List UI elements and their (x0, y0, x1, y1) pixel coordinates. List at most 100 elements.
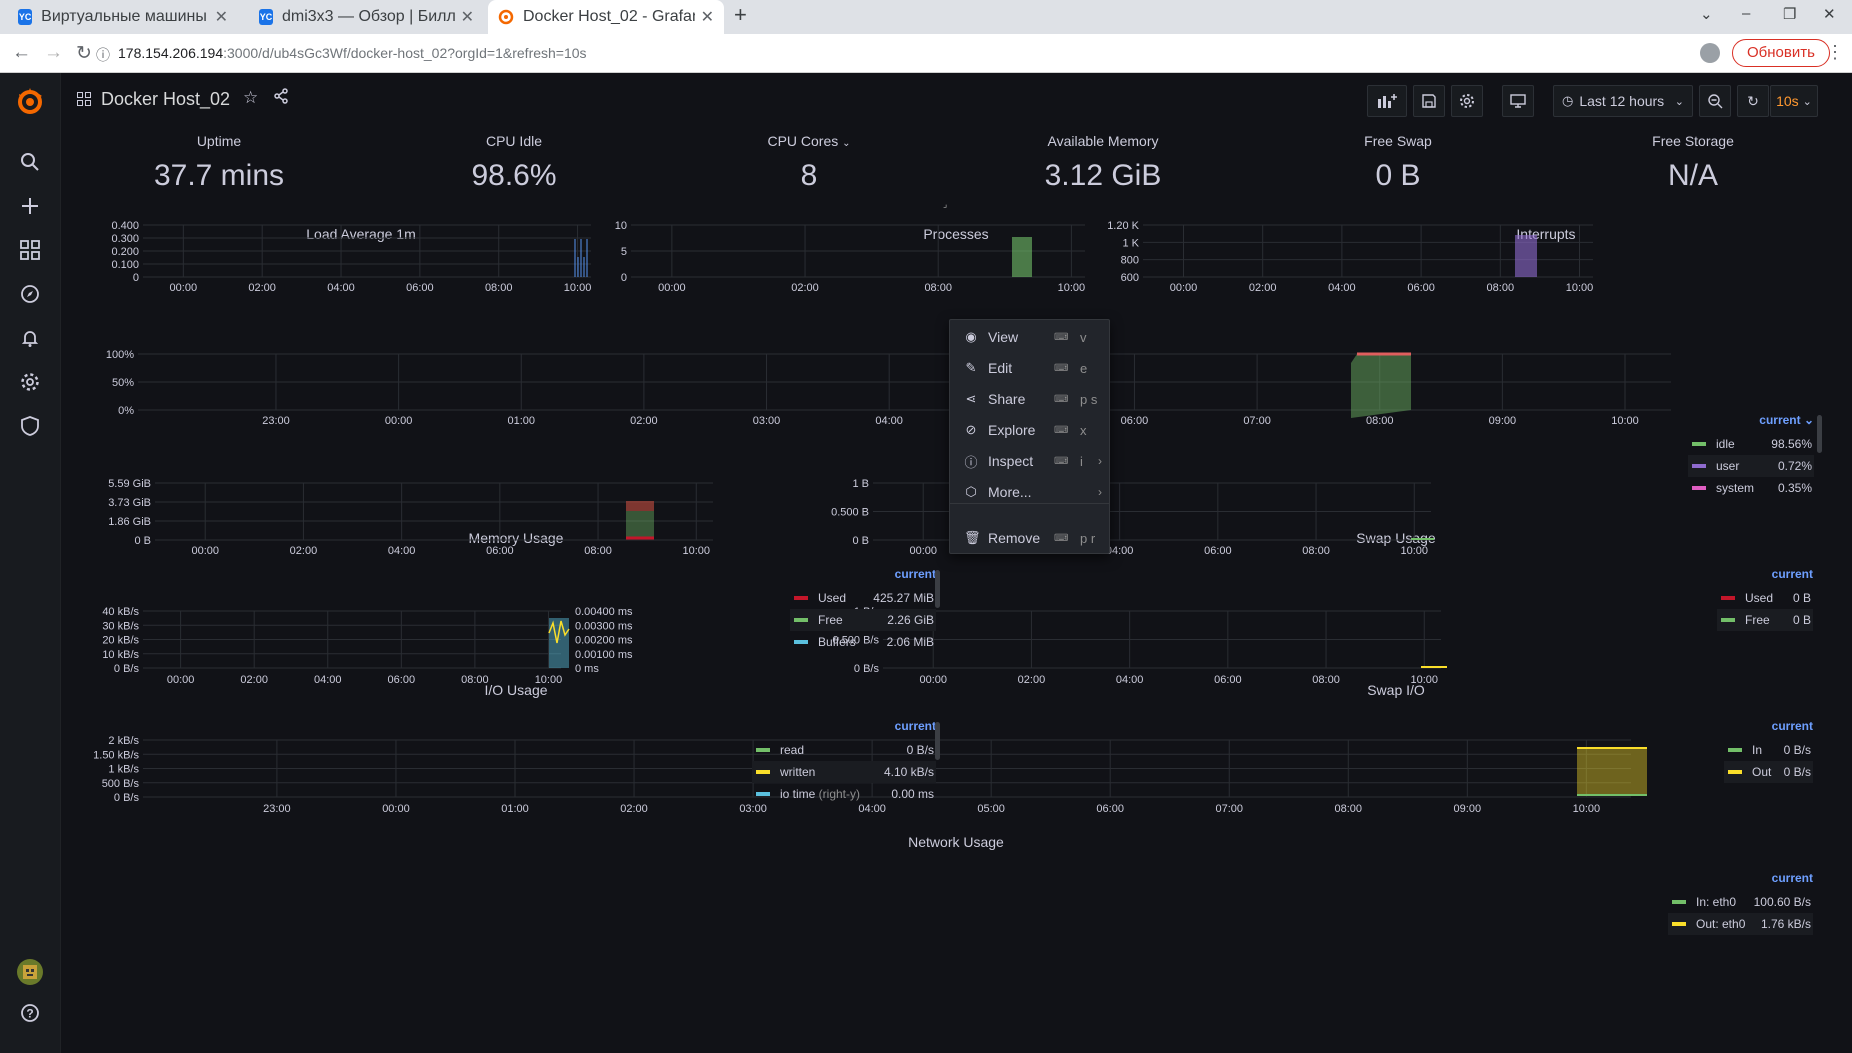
explore-compass-icon[interactable] (18, 282, 42, 306)
url-path: :3000/d/ub4sGc3Wf/docker-host_02?orgId=1… (223, 45, 587, 61)
memory-used-area (626, 501, 654, 511)
menu-item-edit[interactable]: ✎ Edit ⌨ e (950, 354, 1109, 382)
yandex-cloud-icon: YC (259, 9, 273, 25)
legend-scrollbar[interactable] (935, 722, 940, 760)
reload-icon[interactable]: ↻ (76, 42, 92, 65)
back-icon[interactable]: ← (12, 42, 31, 64)
close-tab-icon[interactable]: ✕ (695, 7, 714, 27)
menu-item-share[interactable]: ⋖ Share ⌨ p s (950, 385, 1109, 413)
legend-current-value: 1.76 kB/s (1760, 917, 1811, 931)
legend-swatch (756, 792, 770, 796)
legend-item[interactable]: Buffers 2.06 MiB (790, 631, 936, 653)
address-bar[interactable]: 178.154.206.194:3000/d/ub4sGc3Wf/docker-… (118, 45, 587, 61)
close-tab-icon[interactable]: ✕ (209, 7, 228, 27)
legend-item[interactable]: Free 2.26 GiB (790, 609, 936, 631)
menu-item-remove[interactable]: 🗑 Remove ⌨ p r (950, 524, 1109, 552)
x-tick-label: 06:00 (388, 674, 416, 686)
new-tab-button[interactable]: + (734, 2, 747, 28)
legend-item[interactable]: user 0.72% (1688, 455, 1814, 477)
legend-item[interactable]: Out 0 B/s (1724, 761, 1813, 783)
alerting-bell-icon[interactable] (18, 326, 42, 350)
menu-item-inspect[interactable]: ⓘ Inspect ⌨ i › (950, 447, 1109, 475)
x-tick-label: 06:00 (1204, 545, 1232, 557)
tab-list-chevron-icon[interactable]: ⌄ (1700, 5, 1713, 23)
y-tick-label: 1 K (1122, 237, 1139, 249)
legend-swatch (794, 596, 808, 600)
x-tick-label: 02:00 (248, 282, 276, 294)
legend-header-current[interactable]: current ⌄ (1759, 413, 1814, 427)
legend-header-current[interactable]: current (895, 719, 936, 733)
menu-item-explore[interactable]: ⊘ Explore ⌨ x (950, 416, 1109, 444)
legend-item[interactable]: written 4.10 kB/s (752, 761, 936, 783)
x-tick-label: 00:00 (382, 803, 410, 815)
close-window-icon[interactable]: ✕ (1823, 5, 1836, 23)
legend-network: current In: eth0 100.60 B/s Out: eth0 1.76 k… (1668, 871, 1813, 935)
legend-current-value: 0.72% (1777, 459, 1812, 473)
minimize-icon[interactable]: – (1742, 5, 1750, 22)
x-tick-label: 04:00 (388, 545, 416, 557)
legend-swatch (1672, 922, 1686, 926)
x-tick-label: 08:00 (485, 282, 513, 294)
legend-header-current[interactable]: current (1772, 871, 1813, 885)
legend-item[interactable]: io time (right-y) 0.00 ms (752, 783, 936, 805)
legend-item[interactable]: idle 98.56% (1688, 433, 1814, 455)
x-tick-label: 04:00 (1328, 282, 1356, 294)
menu-item-shortcut: p s (1080, 391, 1098, 407)
legend-scrollbar[interactable] (935, 570, 940, 608)
y2-tick-label: 0.00400 ms (575, 606, 633, 618)
y-tick-label: 1.50 kB/s (93, 749, 139, 761)
y-tick-label: 100% (106, 349, 134, 361)
legend-swatch (1728, 770, 1742, 774)
site-info-icon[interactable]: ⓘ (96, 45, 110, 65)
browser-tab[interactable]: YC Виртуальные машины | Y ✕ (8, 0, 238, 34)
yandex-cloud-icon: YC (18, 9, 33, 25)
restore-icon[interactable]: ❐ (1783, 5, 1796, 23)
legend-item[interactable]: In 0 B/s (1724, 739, 1813, 761)
legend-item[interactable]: Used 0 B (1717, 587, 1813, 609)
legend-header-current[interactable]: current (1772, 719, 1813, 733)
menu-item-more[interactable]: ⬡ More... › (950, 478, 1109, 506)
legend-swatch (1692, 464, 1706, 468)
x-tick-label: 08:00 (1312, 674, 1340, 686)
legend-item[interactable]: read 0 B/s (752, 739, 936, 761)
legend-series-name: Out: eth0 (1696, 917, 1746, 931)
y-tick-label: 0 (133, 272, 139, 284)
x-tick-label: 08:00 (1335, 803, 1363, 815)
forward-icon[interactable]: → (44, 42, 63, 64)
legend-scrollbar[interactable] (1817, 415, 1822, 453)
y-tick-label: 0 B (852, 535, 869, 547)
browser-tab[interactable]: YC dmi3x3 — Обзор | Биллинг ✕ (249, 0, 484, 34)
menu-item-label: Share (988, 391, 1026, 407)
legend-item[interactable]: Used 425.27 MiB (790, 587, 936, 609)
legend-item[interactable]: Free 0 B (1717, 609, 1813, 631)
grafana-logo-icon[interactable] (14, 86, 46, 118)
legend-header-current[interactable]: current (1772, 567, 1813, 581)
legend-swatch (1692, 442, 1706, 446)
create-plus-icon[interactable] (18, 194, 42, 218)
legend-current-value: 0 B/s (1783, 743, 1811, 757)
dashboards-grid-icon[interactable] (18, 238, 42, 262)
legend-item[interactable]: Out: eth0 1.76 kB/s (1668, 913, 1813, 935)
legend-item[interactable]: system 0.35% (1688, 477, 1814, 499)
update-button[interactable]: Обновить (1732, 39, 1830, 67)
user-avatar-icon[interactable] (17, 959, 43, 985)
y-tick-label: 0.400 (111, 220, 139, 232)
menu-item-shortcut: p r (1080, 530, 1096, 546)
legend-series-name: Free (1745, 613, 1770, 627)
browser-tab-active[interactable]: Docker Host_02 - Grafana ✕ (488, 0, 724, 34)
y-tick-label: 10 (615, 220, 627, 232)
menu-item-view[interactable]: ◉ View ⌨ v (950, 323, 1109, 351)
configuration-gear-icon[interactable] (18, 370, 42, 394)
y-tick-label: 0% (118, 405, 134, 417)
x-tick-label: 04:00 (1106, 545, 1134, 557)
y-tick-label: 20 kB/s (102, 635, 139, 647)
legend-item[interactable]: In: eth0 100.60 B/s (1668, 891, 1813, 913)
close-tab-icon[interactable]: ✕ (455, 7, 474, 27)
legend-header-current[interactable]: current (895, 567, 936, 581)
help-icon[interactable]: ? (18, 1001, 42, 1025)
server-admin-shield-icon[interactable] (18, 414, 42, 438)
y-tick-label: 800 (1121, 255, 1139, 267)
search-icon[interactable] (18, 150, 42, 174)
browser-menu-icon[interactable]: ⋮ (1826, 42, 1844, 63)
profile-avatar-icon[interactable] (1700, 43, 1720, 63)
